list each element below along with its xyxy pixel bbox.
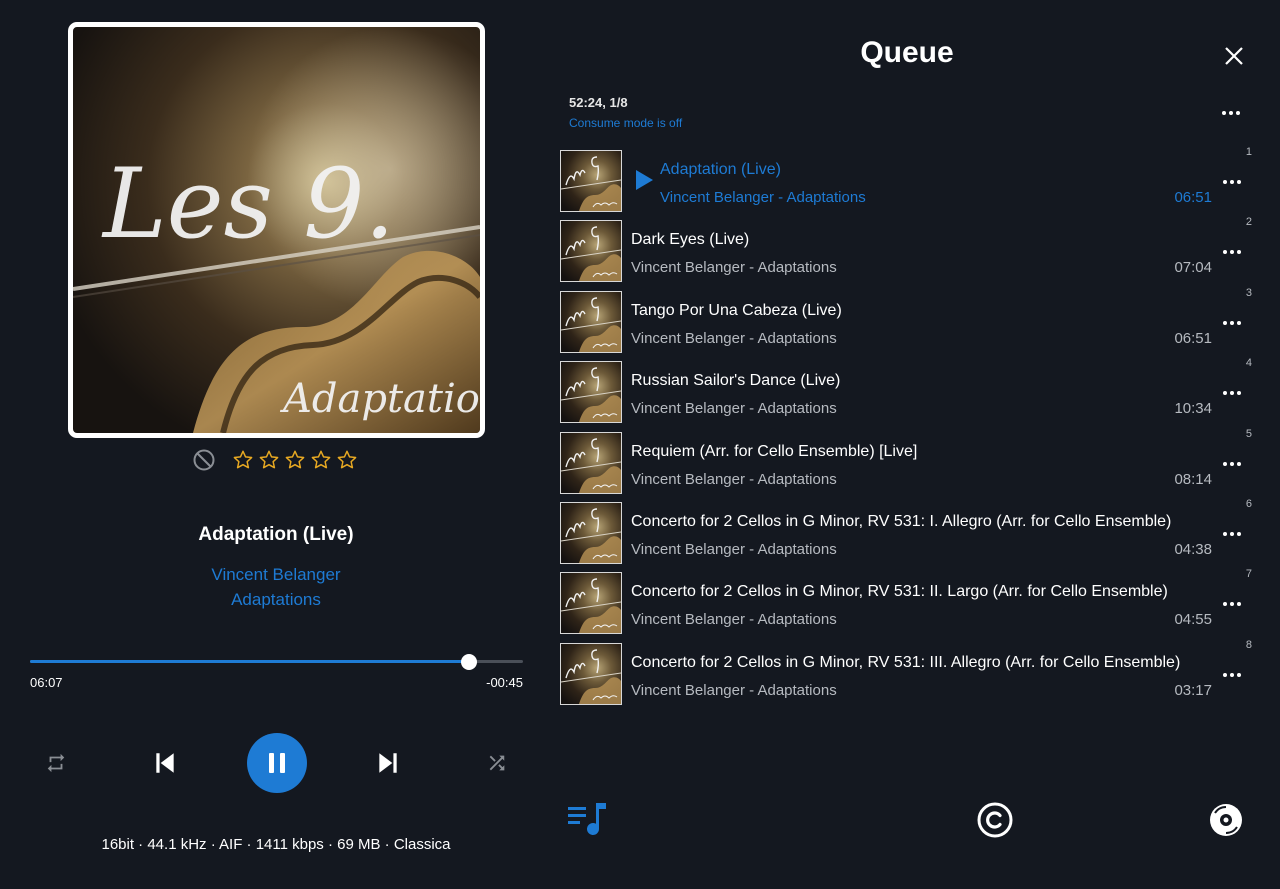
track-title: Concerto for 2 Cellos in G Minor, RV 531…: [631, 513, 1172, 530]
queue-track-row[interactable]: Concerto for 2 Cellos in G Minor, RV 531…: [560, 498, 1260, 564]
track-duration: 06:51: [1174, 329, 1212, 347]
progress-slider[interactable]: [30, 660, 523, 663]
track-position: 4: [1245, 357, 1252, 370]
track-artist-album: Vincent Belanger - Adaptations: [631, 611, 837, 629]
queue-track-row[interactable]: Adaptation (Live) Vincent Belanger - Adap…: [560, 146, 1260, 212]
track-position: 1: [1245, 146, 1252, 158]
play-pause-button[interactable]: [247, 733, 307, 793]
track-position: 8: [1245, 638, 1252, 651]
track-duration: 04:38: [1174, 541, 1212, 558]
track-thumbnail: [560, 150, 622, 212]
star-icon[interactable]: [309, 447, 333, 473]
track-title: Requiem (Arr. for Cello Ensemble) [Live]: [631, 442, 918, 460]
track-position: 2: [1245, 216, 1252, 229]
queue-track-row[interactable]: Russian Sailor's Dance (Live) Vincent Bel…: [560, 357, 1260, 424]
track-artist-album: Vincent Belanger - Adaptations: [660, 189, 866, 206]
track-thumbnail: [560, 642, 622, 705]
disc-button[interactable]: [1207, 801, 1245, 839]
queue-music-icon: [568, 803, 606, 835]
copyright-icon: [977, 802, 1013, 838]
queue-track-row[interactable]: Dark Eyes (Live) Vincent Belanger - Adapt…: [560, 216, 1260, 283]
repeat-icon: [47, 753, 65, 773]
track-duration: 03:17: [1174, 681, 1212, 699]
queue-tab-button[interactable]: [564, 800, 610, 840]
now-playing-album-link[interactable]: Adaptations: [76, 590, 476, 610]
now-playing-artist-link[interactable]: Vincent Belanger: [76, 565, 476, 585]
track-title: Concerto for 2 Cellos in G Minor, RV 531…: [631, 653, 1181, 671]
album-cover[interactable]: Les 9. Adaptations: [68, 22, 485, 438]
progress-thumb[interactable]: [460, 654, 477, 670]
dislike-ban-icon[interactable]: [193, 449, 215, 471]
track-title: Russian Sailor's Dance (Live): [631, 372, 841, 390]
cover-album-text: Adaptations: [279, 376, 480, 422]
track-thumbnail: [560, 572, 622, 635]
track-thumbnail: [560, 502, 622, 564]
cover-title-text: Les 9.: [101, 148, 395, 260]
track-artist-album: Vincent Belanger - Adaptations: [631, 329, 837, 347]
shuffle-button[interactable]: [483, 749, 511, 777]
track-more-menu[interactable]: [1218, 175, 1246, 189]
track-more-menu[interactable]: [1218, 245, 1246, 259]
next-button[interactable]: [371, 745, 405, 781]
track-artist-album: Vincent Belanger - Adaptations: [631, 259, 837, 277]
track-title: Dark Eyes (Live): [631, 231, 750, 249]
disc-icon: [1210, 804, 1242, 836]
close-icon: [1225, 47, 1243, 65]
remaining-time: -00:45: [486, 675, 523, 690]
track-thumbnail: [560, 431, 622, 494]
queue-track-row[interactable]: Concerto for 2 Cellos in G Minor, RV 531…: [560, 639, 1260, 705]
track-artist-album: Vincent Belanger - Adaptations: [631, 541, 837, 558]
track-duration: 06:51: [1174, 189, 1212, 206]
track-title: Adaptation (Live): [660, 161, 781, 178]
queue-track-row[interactable]: Requiem (Arr. for Cello Ensemble) [Live]…: [560, 428, 1260, 494]
now-playing-indicator-icon: [636, 170, 653, 190]
progress-fill: [30, 660, 469, 663]
queue-stats: 52:24, 1/8: [569, 95, 628, 110]
track-more-menu[interactable]: [1218, 597, 1246, 611]
track-title: Tango Por Una Cabeza (Live): [631, 301, 842, 319]
star-icon[interactable]: [257, 447, 281, 473]
close-button[interactable]: [1220, 42, 1248, 70]
skip-previous-icon: [156, 753, 174, 773]
track-position: 6: [1245, 498, 1252, 510]
track-duration: 07:04: [1174, 259, 1212, 277]
track-more-menu[interactable]: [1218, 386, 1246, 400]
album-cover-art: Les 9. Adaptations: [73, 27, 480, 433]
shuffle-icon: [489, 755, 505, 771]
track-more-menu[interactable]: [1218, 457, 1246, 471]
rating-stars: [231, 447, 359, 473]
track-more-menu[interactable]: [1218, 316, 1246, 330]
now-playing-title: Adaptation (Live): [198, 524, 354, 545]
track-artist-album: Vincent Belanger - Adaptations: [631, 400, 837, 418]
star-icon[interactable]: [335, 447, 359, 473]
track-position: 5: [1245, 427, 1252, 440]
queue-track-row[interactable]: Tango Por Una Cabeza (Live) Vincent Belan…: [560, 287, 1260, 353]
track-more-menu[interactable]: [1218, 668, 1246, 682]
queue-title: Queue: [860, 36, 954, 69]
repeat-button[interactable]: [42, 749, 70, 777]
track-position: 3: [1245, 286, 1252, 299]
track-duration: 04:55: [1174, 611, 1212, 629]
file-format-info: 16bit · 44.1 kHz · AIF · 1411 kbps · 69 …: [101, 836, 451, 853]
queue-track-row[interactable]: Concerto for 2 Cellos in G Minor, RV 531…: [560, 568, 1260, 635]
track-more-menu[interactable]: [1218, 527, 1246, 541]
pause-icon: [269, 753, 285, 773]
track-artist-album: Vincent Belanger - Adaptations: [631, 470, 837, 488]
track-duration: 10:34: [1174, 400, 1212, 418]
previous-button[interactable]: [148, 745, 182, 781]
track-thumbnail: [560, 361, 622, 424]
track-position: 7: [1245, 568, 1252, 581]
track-title: Concerto for 2 Cellos in G Minor, RV 531…: [631, 583, 1168, 601]
star-icon[interactable]: [283, 447, 307, 473]
elapsed-time: 06:07: [30, 675, 63, 690]
track-thumbnail: [560, 290, 622, 353]
consume-mode-status: Consume mode is off: [569, 116, 683, 130]
star-icon[interactable]: [231, 447, 255, 473]
track-thumbnail: [560, 220, 622, 283]
track-duration: 08:14: [1174, 470, 1212, 488]
queue-more-menu[interactable]: [1216, 103, 1246, 123]
track-artist-album: Vincent Belanger - Adaptations: [631, 681, 837, 699]
copyright-button[interactable]: [975, 800, 1015, 840]
skip-next-icon: [379, 753, 397, 773]
